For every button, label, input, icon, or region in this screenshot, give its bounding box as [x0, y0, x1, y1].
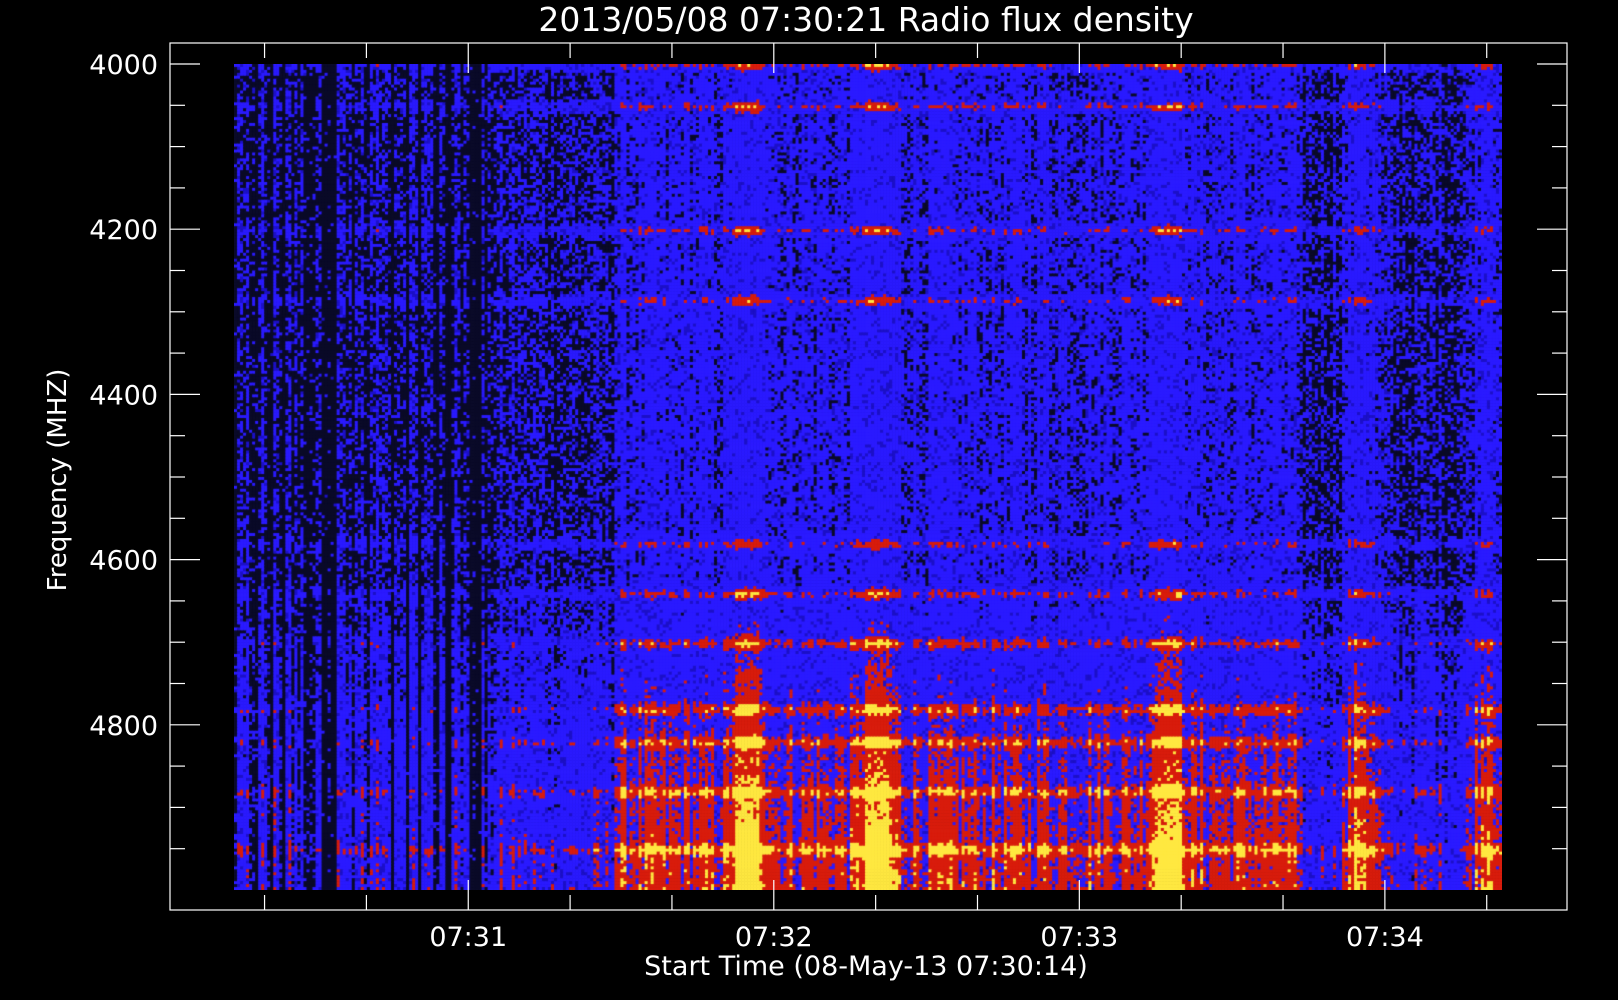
spectrogram-heatmap [234, 64, 1502, 890]
x-tick-label: 07:32 [735, 922, 813, 953]
x-axis-label: Start Time (08-May-13 07:30:14) [644, 951, 1088, 982]
x-tick-label: 07:31 [429, 922, 507, 953]
y-tick-label: 4200 [89, 215, 158, 246]
chart-title: 2013/05/08 07:30:21 Radio flux density [538, 0, 1193, 39]
x-tick-label: 07:33 [1040, 922, 1118, 953]
y-tick-label: 4000 [89, 50, 158, 81]
y-tick-label: 4800 [89, 711, 158, 742]
spectrogram-image [234, 64, 1502, 890]
spectrogram-chart: 2013/05/08 07:30:21 Radio flux density 4… [43, 0, 1568, 982]
y-tick-label: 4600 [89, 546, 158, 577]
y-axis-label: Frequency (MHZ) [43, 369, 73, 592]
y-tick-label: 4400 [89, 380, 158, 411]
x-tick-label: 07:34 [1346, 922, 1424, 953]
